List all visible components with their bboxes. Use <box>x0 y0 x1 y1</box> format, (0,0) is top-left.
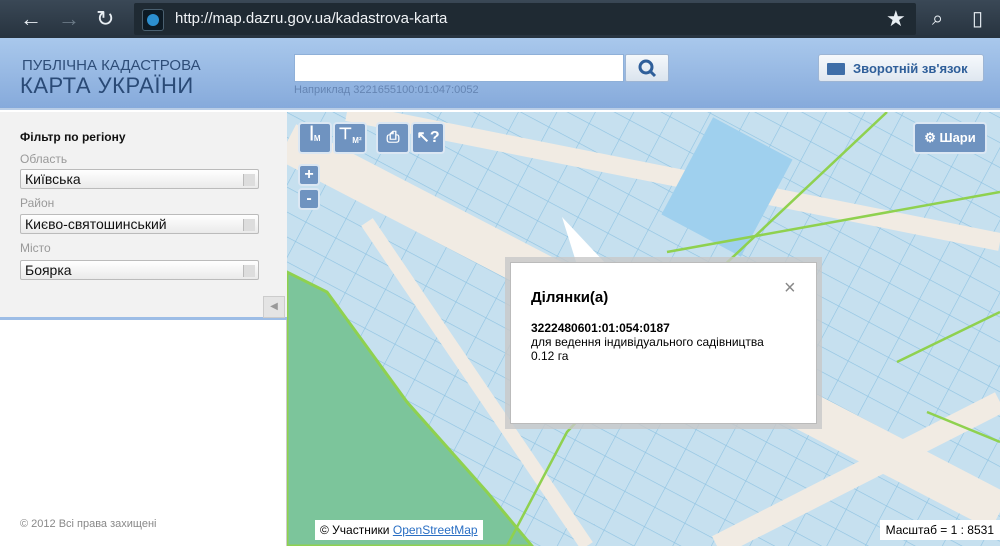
raion-select[interactable]: Києво-святошинський <box>20 214 259 234</box>
dropdown-icon <box>243 265 255 277</box>
site-header: ПУБЛІЧНА КАДАСТРОВА КАРТА УКРАЇНИ Наприк… <box>0 38 1000 110</box>
info-cursor-icon[interactable]: ↖? <box>411 122 445 154</box>
raion-label: Район <box>20 196 55 210</box>
map-scale: Масштаб = 1 : 8531 <box>879 520 1000 540</box>
back-icon[interactable]: ← <box>20 6 42 32</box>
parcel-purpose: для ведення індивідуального садівництва <box>531 335 764 349</box>
parcel-info-popup: Ділянки(а) × 3222480601:01:054:0187 для … <box>510 262 817 424</box>
attribution-prefix: © Участники <box>320 523 390 537</box>
globe-icon <box>142 9 164 31</box>
layers-label: Шари <box>939 130 976 145</box>
logo-line2: КАРТА УКРАЇНИ <box>20 73 194 98</box>
measure-area-tool[interactable]: ⊤М² <box>333 122 367 154</box>
browser-toolbar: ← → ↻ http://map.dazru.gov.ua/kadastrova… <box>0 0 1000 38</box>
star-icon[interactable]: ★ <box>886 6 906 32</box>
measure-length-tool[interactable]: |М <box>298 122 332 154</box>
print-icon[interactable]: ⎙ <box>376 122 410 154</box>
forward-icon[interactable]: → <box>58 6 80 32</box>
popup-title: Ділянки(а) <box>531 289 609 306</box>
misto-select[interactable]: Боярка <box>20 260 259 280</box>
search-icon[interactable]: ⌕ <box>932 6 943 32</box>
logo-line1: ПУБЛІЧНА КАДАСТРОВА <box>22 57 201 74</box>
dropdown-icon <box>243 219 255 231</box>
search-button[interactable] <box>625 54 669 82</box>
raion-value: Києво-святошинський <box>25 216 167 232</box>
search-input[interactable] <box>294 54 624 82</box>
region-filter: Фільтр по регіону Область Київська Район… <box>0 112 287 320</box>
feedback-button[interactable]: Зворотній зв'язок <box>818 54 984 82</box>
url-text: http://map.dazru.gov.ua/kadastrova-karta <box>175 10 448 27</box>
collapse-panel-button[interactable]: ◀ <box>263 296 285 318</box>
zoom-in-button[interactable]: + <box>298 164 320 186</box>
misto-label: Місто <box>20 241 51 255</box>
dropdown-icon <box>243 174 255 186</box>
gear-icon: ⚙ <box>924 130 940 145</box>
map-canvas[interactable]: |М ⊤М² ⎙ ↖? + - ⚙ Шари Ділянки(а) × 3222… <box>287 112 1000 546</box>
address-bar[interactable]: http://map.dazru.gov.ua/kadastrova-karta <box>134 3 916 35</box>
osm-link[interactable]: OpenStreetMap <box>393 523 478 537</box>
length-unit: М <box>313 134 321 144</box>
bookmarks-icon[interactable]: ▯ <box>972 6 983 32</box>
search-icon <box>638 59 657 78</box>
layers-button[interactable]: ⚙ Шари <box>913 122 987 154</box>
mail-icon <box>827 63 845 75</box>
oblast-value: Київська <box>25 171 81 187</box>
copyright: © 2012 Всі права захищені <box>20 518 157 530</box>
area-unit: М² <box>352 136 362 146</box>
reload-icon[interactable]: ↻ <box>96 6 114 32</box>
feedback-label: Зворотній зв'язок <box>853 61 968 76</box>
cadastral-number: 3222480601:01:054:0187 <box>531 321 670 335</box>
misto-value: Боярка <box>25 262 72 278</box>
filter-title: Фільтр по регіону <box>20 130 126 144</box>
oblast-label: Область <box>20 152 68 166</box>
left-panel: Фільтр по регіону Область Київська Район… <box>0 112 287 546</box>
close-icon[interactable]: × <box>784 277 796 300</box>
parcel-area: 0.12 га <box>531 349 569 363</box>
zoom-out-button[interactable]: - <box>298 188 320 210</box>
oblast-select[interactable]: Київська <box>20 169 259 189</box>
popup-pointer <box>562 217 607 265</box>
map-attribution: © Участники OpenStreetMap <box>315 520 483 540</box>
search-hint: Наприклад 3221655100:01:047:0052 <box>294 84 479 96</box>
